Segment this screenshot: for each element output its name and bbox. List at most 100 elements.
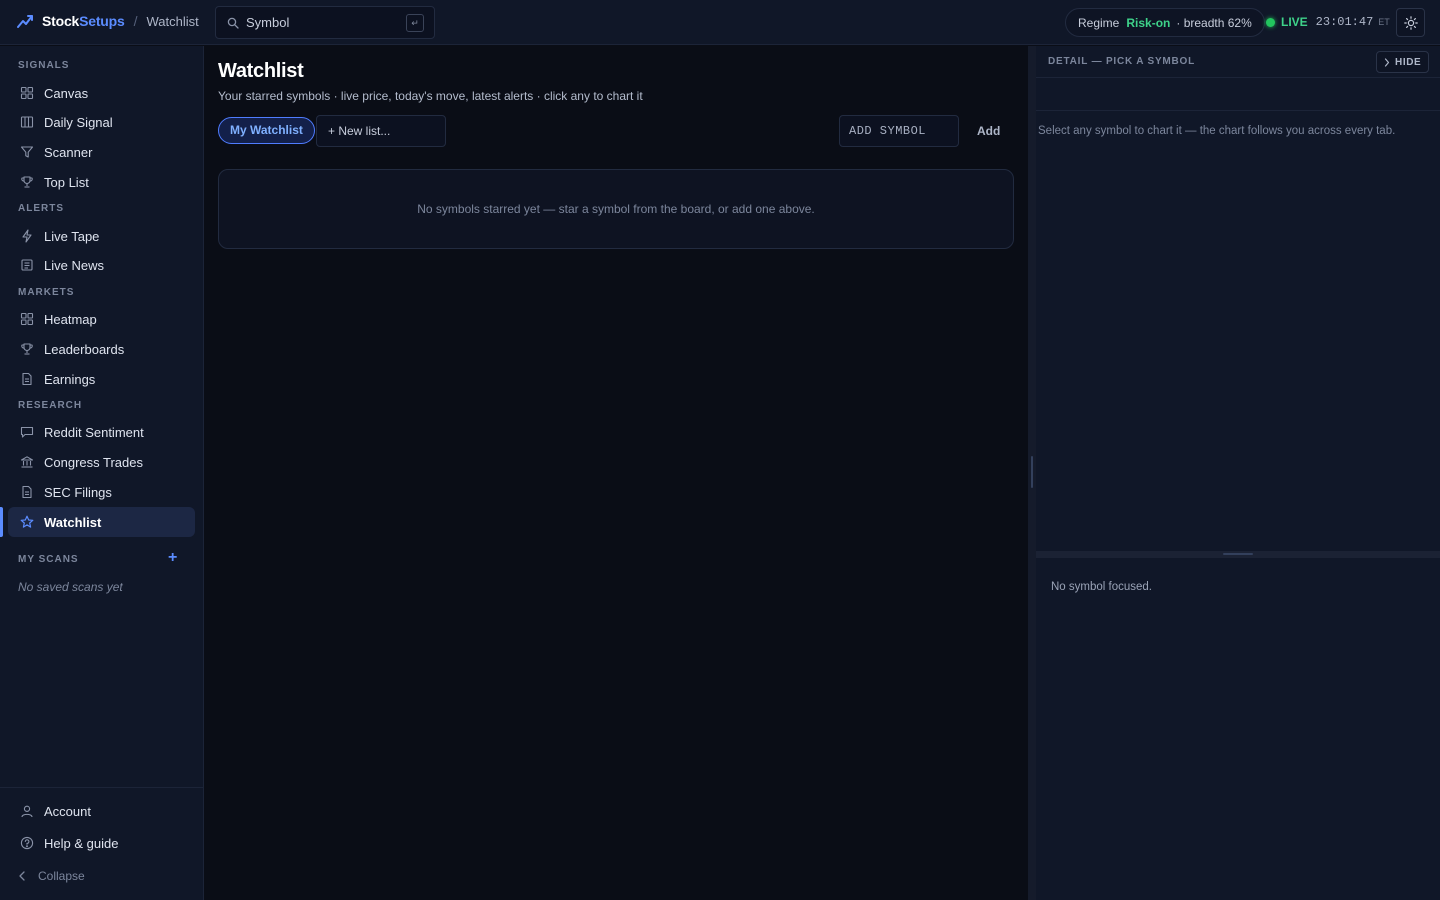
sidebar-item-daily-signal[interactable]: Daily Signal [8,107,195,137]
detail-toolbar [1036,78,1440,111]
breadcrumb-separator: / [133,13,138,29]
collapse-label: Collapse [38,869,85,883]
newspaper-icon [20,258,34,272]
sidebar-item-live-tape[interactable]: Live Tape [8,221,195,251]
detail-header: DETAIL — PICK A SYMBOL HIDE [1036,46,1440,78]
sidebar-item-live-news[interactable]: Live News [8,250,195,280]
enter-key-hint: ↵ [406,14,424,32]
brand-name: StockSetups [42,13,125,29]
trophy-icon [20,342,34,356]
tab-my-watchlist[interactable]: My Watchlist [218,117,315,144]
sidebar-item-top-list[interactable]: Top List [8,167,195,197]
regime-badge: Regime Risk-on · breadth 62% [1065,8,1265,37]
symbol-search[interactable]: ↵ [215,6,435,39]
hide-label: HIDE [1395,56,1422,68]
sidebar-item-label: Live Tape [44,228,100,244]
section-label-my-scans: MY SCANS [18,554,79,565]
resize-grip [1223,553,1253,555]
sidebar-item-watchlist[interactable]: Watchlist [8,507,195,537]
detail-panel: DETAIL — PICK A SYMBOL HIDE Select any s… [1036,46,1440,900]
sidebar-item-label: SEC Filings [44,484,112,500]
add-scan-button[interactable]: + [168,549,177,567]
sidebar-item-label: Leaderboards [44,341,125,357]
sidebar-item-label: Reddit Sentiment [44,424,144,440]
live-status: LIVE 23:01:47 ET [1266,15,1390,29]
grid-icon [20,312,34,326]
account-label: Account [44,803,91,819]
detail-resize-handle[interactable] [1036,551,1440,558]
detail-hint: Select any symbol to chart it — the char… [1038,125,1396,137]
columns-icon [20,115,34,129]
sidebar-item-sec-filings[interactable]: SEC Filings [8,477,195,507]
search-icon [227,17,239,29]
brand[interactable]: StockSetups / Watchlist [16,12,199,30]
help-icon [20,836,34,850]
bank-icon [20,455,34,469]
add-symbol-input[interactable] [839,115,959,147]
sidebar-item-label: Watchlist [44,514,102,530]
grid-icon [20,86,34,100]
sidebar-item-label: Daily Signal [44,114,113,130]
live-timezone: ET [1378,17,1390,27]
no-symbol-focused-text: No symbol focused. [1051,581,1152,593]
empty-state-message: No symbols starred yet — star a symbol f… [417,202,815,216]
section-label-signals: SIGNALS [18,60,70,71]
regime-value: Risk-on [1126,15,1171,30]
document-icon [20,485,34,499]
no-saved-scans-text: No saved scans yet [18,580,123,594]
new-list-button[interactable]: + New list... [316,115,446,147]
star-icon [20,515,34,529]
resize-grip [1031,456,1033,488]
section-label-markets: MARKETS [18,287,75,298]
search-input[interactable] [246,7,406,38]
sidebar-footer-divider [0,787,203,788]
watchlist-empty-state: No symbols starred yet — star a symbol f… [218,169,1014,249]
sun-icon [1403,15,1418,30]
chat-icon [20,425,34,439]
sidebar-item-canvas[interactable]: Canvas [8,78,195,108]
sidebar-item-label: Top List [44,174,89,190]
document-icon [20,372,34,386]
panel-resize-handle[interactable] [1028,46,1036,900]
account-button[interactable]: Account [8,796,195,826]
sidebar-item-congress-trades[interactable]: Congress Trades [8,447,195,477]
trophy-icon [20,175,34,189]
help-label: Help & guide [44,835,119,851]
theme-toggle-button[interactable] [1396,8,1425,37]
active-indicator [0,507,3,537]
sidebar-item-scanner[interactable]: Scanner [8,137,195,167]
chevron-left-icon [18,871,26,881]
sidebar-item-heatmap[interactable]: Heatmap [8,304,195,334]
detail-title: DETAIL — PICK A SYMBOL [1048,56,1196,67]
section-label-alerts: ALERTS [18,203,64,214]
filter-icon [20,145,34,159]
sidebar-item-label: Heatmap [44,311,97,327]
section-label-research: RESEARCH [18,400,83,411]
page-title: Watchlist [218,60,304,82]
user-icon [20,804,34,818]
help-guide-button[interactable]: Help & guide [8,828,195,858]
sidebar-item-leaderboards[interactable]: Leaderboards [8,334,195,364]
collapse-sidebar-button[interactable]: Collapse [18,869,85,883]
bolt-icon [20,229,34,243]
chevron-right-icon [1384,57,1395,67]
sidebar-item-reddit-sentiment[interactable]: Reddit Sentiment [8,417,195,447]
breadcrumb-current: Watchlist [146,13,199,29]
top-bar: StockSetups / Watchlist ↵ Regime Risk-on… [0,0,1440,45]
regime-breadth: · breadth 62% [1176,15,1252,30]
live-clock: 23:01:47 [1315,15,1374,29]
sidebar-item-label: Congress Trades [44,454,143,470]
hide-detail-button[interactable]: HIDE [1376,51,1430,73]
sidebar: SIGNALS Canvas Daily Signal Scanner Top … [0,46,204,900]
sidebar-item-label: Earnings [44,371,96,387]
sidebar-item-earnings[interactable]: Earnings [8,364,195,394]
add-symbol-button[interactable]: Add [977,124,1000,138]
live-label: LIVE [1281,15,1308,29]
sidebar-item-label: Canvas [44,85,89,101]
regime-label: Regime [1078,15,1120,30]
page-subtitle: Your starred symbols · live price, today… [218,89,643,103]
chart-trend-icon [16,12,34,30]
live-dot-icon [1266,17,1275,27]
main-content: Watchlist Your starred symbols · live pr… [204,46,1028,900]
sidebar-item-label: Live News [44,257,104,273]
